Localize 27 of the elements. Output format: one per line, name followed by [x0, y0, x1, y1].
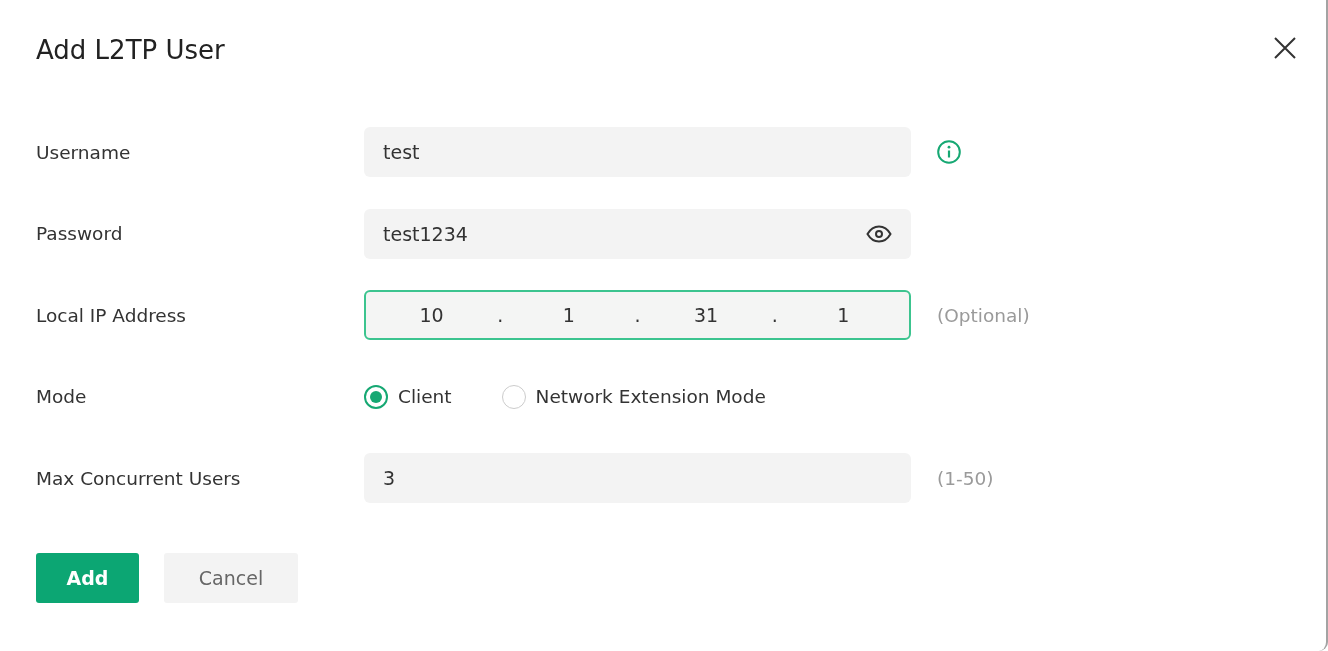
- radio-button[interactable]: [364, 384, 388, 409]
- ip-octet[interactable]: 1: [837, 304, 850, 326]
- hint-text: (Optional): [937, 304, 1030, 326]
- hint-text: (1-50): [937, 467, 994, 489]
- password-field[interactable]: test1234: [364, 208, 911, 259]
- ip-octet[interactable]: 1: [562, 304, 575, 326]
- field-label: Local IP Address: [36, 304, 187, 326]
- ip-separator: .: [771, 304, 778, 326]
- cancel-button[interactable]: Cancel: [164, 553, 298, 603]
- field-label: Max Concurrent Users: [36, 467, 242, 489]
- radio-label[interactable]: Network Extension Mode: [535, 386, 766, 407]
- field-label: Username: [36, 141, 132, 163]
- close-icon[interactable]: [1274, 37, 1296, 59]
- input-field[interactable]: test: [364, 127, 911, 177]
- eye-icon[interactable]: [866, 224, 892, 243]
- field-label: Password: [36, 223, 124, 244]
- radio-label[interactable]: Client: [398, 386, 452, 407]
- info-icon[interactable]: [937, 140, 961, 164]
- ip-octet[interactable]: 31: [694, 304, 719, 326]
- input-field[interactable]: 3: [364, 453, 911, 503]
- ip-separator: .: [497, 304, 504, 326]
- ip-octet[interactable]: 10: [419, 304, 444, 326]
- ip-separator: .: [634, 304, 641, 326]
- field-label: Mode: [36, 386, 88, 407]
- radio-button[interactable]: [501, 384, 526, 409]
- dialog-title: Add L2TP User: [36, 34, 225, 67]
- ip-address-field[interactable]: 10 . 1 . 31 . 1: [364, 290, 911, 340]
